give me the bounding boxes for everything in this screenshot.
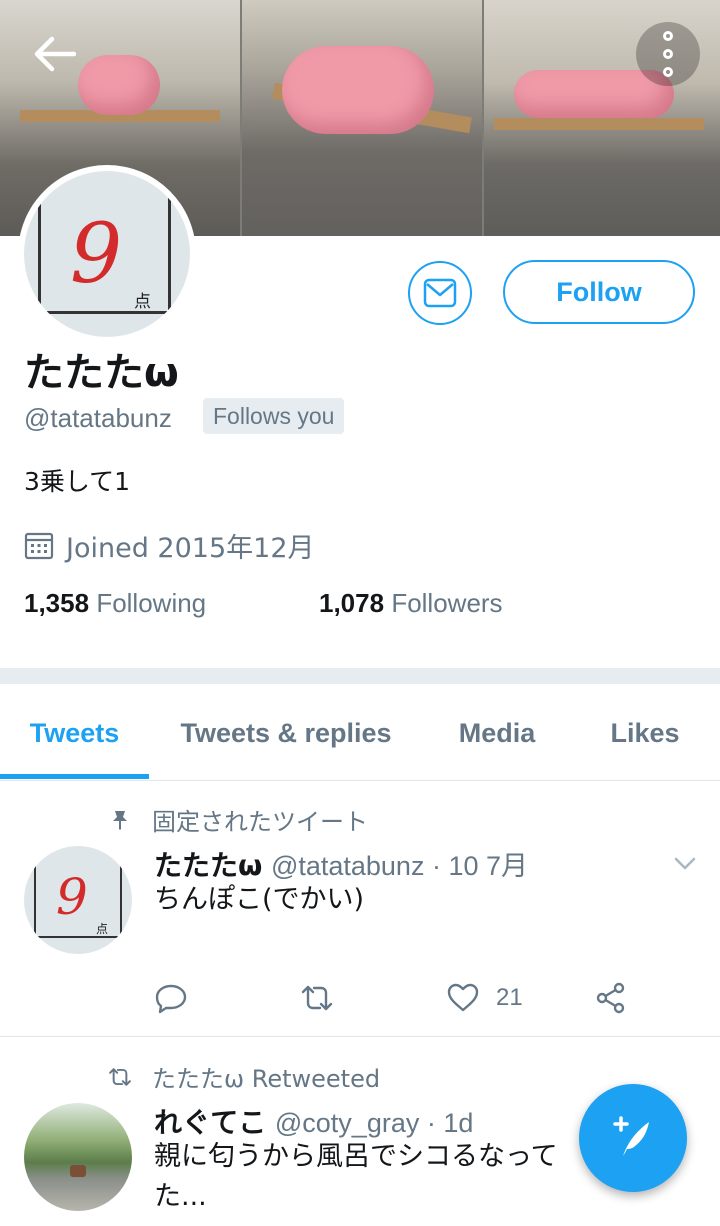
following-stat[interactable]: 1,358 Following [24,588,206,619]
tweet-header: たたたω @tatatabunz · 10 7月 [154,844,528,884]
joined-label: Joined 2015年12月 [66,533,315,564]
tweet-text-line: 親に匂うから風呂でシコるなって [154,1141,558,1172]
heart-icon [447,983,479,1012]
reply-button[interactable] [154,978,188,1018]
tab-tweets[interactable]: Tweets [0,684,149,780]
calendar-icon [24,532,54,559]
retweet-button[interactable] [300,978,334,1018]
profile-name: たたたω [24,350,179,396]
back-button[interactable] [22,22,86,86]
share-button[interactable] [594,978,628,1018]
avatar-line [24,311,190,314]
avatar-line [24,936,132,938]
like-count: 21 [496,984,523,1011]
banner-pink-object [282,46,434,134]
tweet-context: たたたω Retweeted [108,1059,380,1094]
follows-you-badge: Follows you [203,398,345,434]
active-tab-indicator [0,774,149,779]
compose-tweet-button[interactable] [579,1084,687,1192]
following-label: Following [96,588,207,618]
banner-board [494,118,704,130]
avatar-number: 9 [70,207,123,302]
retweet-icon [301,985,333,1011]
more-dot-icon [663,49,673,59]
followers-count: 1,078 [319,588,385,618]
tweet-avatar-image [24,1103,132,1211]
tweet-avatar-number: 9 [56,868,88,926]
tab-likes[interactable]: Likes [590,684,700,780]
profile-handle: @tatatabunz [24,403,172,433]
following-count: 1,358 [24,588,90,618]
tweet-avatar-small-text: 点 [96,922,109,936]
like-button[interactable]: 21 [446,978,523,1018]
banner-photo-2 [242,0,482,236]
tweet-context: 固定されたツイート [108,802,368,837]
tweet-author[interactable]: れぐてこ [154,1106,266,1139]
tweet-text: 親に匂うから風呂でシコるなって た... [154,1137,558,1217]
compose-feather-icon [613,1116,649,1156]
tweet-text: ちんぽこ(でかい) [154,884,365,915]
profile-tabs: Tweets Tweets & replies Media Likes [0,684,720,781]
tweet-text-line: た... [154,1181,207,1212]
tweet-author[interactable]: たたたω [154,849,262,882]
joined-date: Joined 2015年12月 [24,526,315,565]
more-options-button[interactable] [636,22,700,86]
tweet-header: れぐてこ @coty_gray · 1d [154,1101,473,1141]
message-button[interactable] [408,261,472,325]
tweet-meta: @coty_gray · 1d [274,1108,474,1138]
tweet-avatar-image: 9 点 [24,846,132,954]
reply-icon [155,984,187,1014]
pinned-label: 固定されたツイート [152,808,368,836]
tweet-item[interactable]: 固定されたツイート 9 点 たたたω @tatatabunz · 10 7月 ち… [0,780,720,1037]
share-icon [596,982,625,1014]
profile-avatar[interactable]: 9 点 [18,165,196,343]
followers-label: Followers [391,588,503,618]
followers-stat[interactable]: 1,078 Followers [319,588,503,619]
tab-media[interactable]: Media [436,684,558,780]
avatar-image: 9 点 [24,171,190,337]
more-dot-icon [663,67,673,77]
pin-icon [113,810,127,830]
tab-tweets-replies[interactable]: Tweets & replies [160,684,412,780]
avatar-object [70,1165,86,1177]
tweet-avatar[interactable]: 9 点 [24,846,132,954]
banner-pink-object [78,55,160,115]
tweet-meta: @tatatabunz · 10 7月 [270,851,528,881]
arrow-left-icon [34,36,76,72]
chevron-down-icon[interactable] [672,850,698,876]
tweet-avatar[interactable] [24,1103,132,1211]
section-divider [0,668,720,684]
follow-button[interactable]: Follow [503,260,695,324]
envelope-icon [423,278,457,308]
avatar-small-text: 点 [134,292,151,312]
retweet-icon [109,1067,131,1086]
retweeted-label: たたたω Retweeted [152,1065,381,1093]
profile-bio: 3乗して1 [24,467,131,496]
more-dot-icon [663,31,673,41]
